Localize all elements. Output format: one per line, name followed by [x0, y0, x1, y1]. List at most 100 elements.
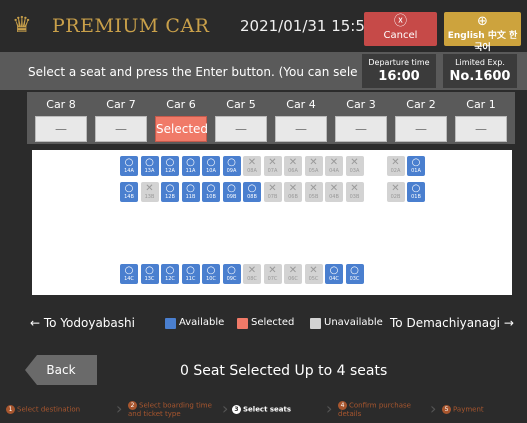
seat-unavailable-icon: ✕	[268, 157, 277, 168]
cancel-x-circle-icon: ⓧ	[393, 14, 407, 29]
car-6[interactable]: Car 6 Selected	[155, 98, 208, 142]
seat-07A: ✕ 07A	[263, 156, 282, 176]
legend-selected: Selected	[251, 317, 295, 328]
car-7[interactable]: Car 7 —	[95, 98, 147, 142]
car-8[interactable]: Car 8 —	[35, 98, 87, 142]
seat-id: 04A	[329, 168, 339, 174]
car-3[interactable]: Car 3 —	[335, 98, 387, 142]
departure-time-label: Departure time	[368, 58, 430, 67]
legend-unavailable: Unavailable	[324, 317, 383, 328]
seat-available-icon: ○	[247, 183, 257, 194]
back-button[interactable]: Back	[25, 355, 97, 385]
selection-status: 0 Seat Selected Up to 4 seats	[180, 363, 388, 379]
step-number: 2	[128, 401, 137, 410]
seat-available-icon: ○	[350, 265, 359, 276]
seat-available-icon: ○	[206, 157, 216, 168]
car-select-button[interactable]: —	[215, 116, 267, 142]
seat-id: 05B	[308, 194, 319, 200]
seat-07B: ✕ 07B	[263, 182, 282, 202]
seat-11A[interactable]: ○ 11A	[181, 156, 200, 176]
departure-time-box: Departure time 16:00	[362, 54, 436, 88]
seat-id: 08B	[247, 194, 257, 200]
seat-14B[interactable]: ○ 14B	[120, 182, 138, 202]
seat-03C[interactable]: ○ 03C	[345, 264, 364, 284]
seat-id: 12A	[165, 168, 175, 174]
seat-09A[interactable]: ○ 09A	[222, 156, 241, 176]
seat-05B: ✕ 05B	[304, 182, 323, 202]
seat-09C[interactable]: ○ 09C	[222, 264, 241, 284]
seat-available-icon: ○	[124, 183, 134, 194]
seat-id: 10B	[206, 194, 216, 200]
seat-14C[interactable]: ○ 14C	[120, 264, 138, 284]
car-4[interactable]: Car 4 —	[275, 98, 327, 142]
seat-id: 07A	[267, 168, 278, 174]
car-select-button[interactable]: —	[455, 116, 507, 142]
car-select-button[interactable]: —	[275, 116, 327, 142]
seat-11B[interactable]: ○ 11B	[181, 182, 200, 202]
seat-available-icon: ○	[227, 265, 236, 276]
car-select-button[interactable]: Selected	[155, 116, 208, 142]
legend-available: Available	[179, 317, 225, 328]
seat-id: 01B	[411, 194, 421, 200]
seat-id: 13A	[144, 168, 155, 174]
seat-unavailable-icon: ✕	[350, 157, 359, 168]
step-1: 1 Select destination	[6, 405, 118, 423]
seat-unavailable-icon: ✕	[329, 183, 339, 194]
seat-available-icon: ○	[124, 265, 134, 276]
car-select-button[interactable]: —	[395, 116, 447, 142]
seat-available-icon: ○	[411, 157, 421, 168]
chevron-right-icon: ›	[116, 399, 123, 418]
seat-id: 13B	[144, 194, 155, 200]
seat-13C[interactable]: ○ 13C	[140, 264, 159, 284]
seat-14A[interactable]: ○ 14A	[120, 156, 138, 176]
seat-05C: ✕ 05C	[304, 264, 323, 284]
seat-id: 06B	[288, 194, 298, 200]
car-label: Car 1	[466, 98, 496, 111]
seat-12C[interactable]: ○ 12C	[161, 264, 179, 284]
step-4: 4 Confirm purchase details	[338, 401, 430, 419]
direction-right: To Demachiyanagi →	[390, 316, 514, 330]
car-select-button[interactable]: —	[95, 116, 147, 142]
seat-unavailable-icon: ✕	[247, 265, 257, 276]
seat-unavailable-icon: ✕	[268, 265, 277, 276]
cancel-button[interactable]: ⓧ Cancel	[364, 12, 437, 46]
seat-10A[interactable]: ○ 10A	[202, 156, 220, 176]
seat-available-icon: ○	[206, 265, 216, 276]
instruction-text: Select a seat and press the Enter button…	[28, 65, 358, 79]
car-select-button[interactable]: —	[335, 116, 387, 142]
car-select-button[interactable]: —	[35, 116, 87, 142]
chevron-right-icon: ›	[326, 399, 333, 418]
car-label: Car 6	[166, 98, 196, 111]
seat-unavailable-icon: ✕	[268, 183, 277, 194]
seat-01B[interactable]: ○ 01B	[407, 182, 425, 202]
step-number: 1	[6, 405, 15, 414]
seat-06B: ✕ 06B	[284, 182, 302, 202]
seat-01A[interactable]: ○ 01A	[407, 156, 425, 176]
seat-12A[interactable]: ○ 12A	[161, 156, 179, 176]
seat-id: 01A	[411, 168, 421, 174]
seat-13B: ✕ 13B	[140, 182, 159, 202]
car-1[interactable]: Car 1 —	[455, 98, 507, 142]
car-2[interactable]: Car 2 —	[395, 98, 447, 142]
seat-unavailable-icon: ✕	[288, 265, 298, 276]
seat-available-icon: ○	[165, 157, 175, 168]
seat-13A[interactable]: ○ 13A	[140, 156, 159, 176]
seat-10C[interactable]: ○ 10C	[202, 264, 220, 284]
step-label: Payment	[453, 405, 484, 414]
seat-08B[interactable]: ○ 08B	[243, 182, 261, 202]
seat-09B[interactable]: ○ 09B	[222, 182, 241, 202]
seat-12B[interactable]: ○ 12B	[161, 182, 179, 202]
seat-03B: ✕ 03B	[345, 182, 364, 202]
seat-10B[interactable]: ○ 10B	[202, 182, 220, 202]
seat-unavailable-icon: ✕	[309, 157, 318, 168]
direction-left: ← To Yodoyabashi	[30, 316, 135, 330]
language-button[interactable]: ⊕ English 中文 한국어	[444, 12, 521, 53]
seat-11C[interactable]: ○ 11C	[181, 264, 200, 284]
seat-available-icon: ○	[145, 157, 154, 168]
selected-legend-icon	[237, 318, 248, 329]
seat-04C[interactable]: ○ 04C	[325, 264, 343, 284]
seat-available-icon: ○	[411, 183, 421, 194]
seat-unavailable-icon: ✕	[329, 157, 339, 168]
step-5: 5 Payment	[442, 405, 522, 423]
car-5[interactable]: Car 5 —	[215, 98, 267, 142]
